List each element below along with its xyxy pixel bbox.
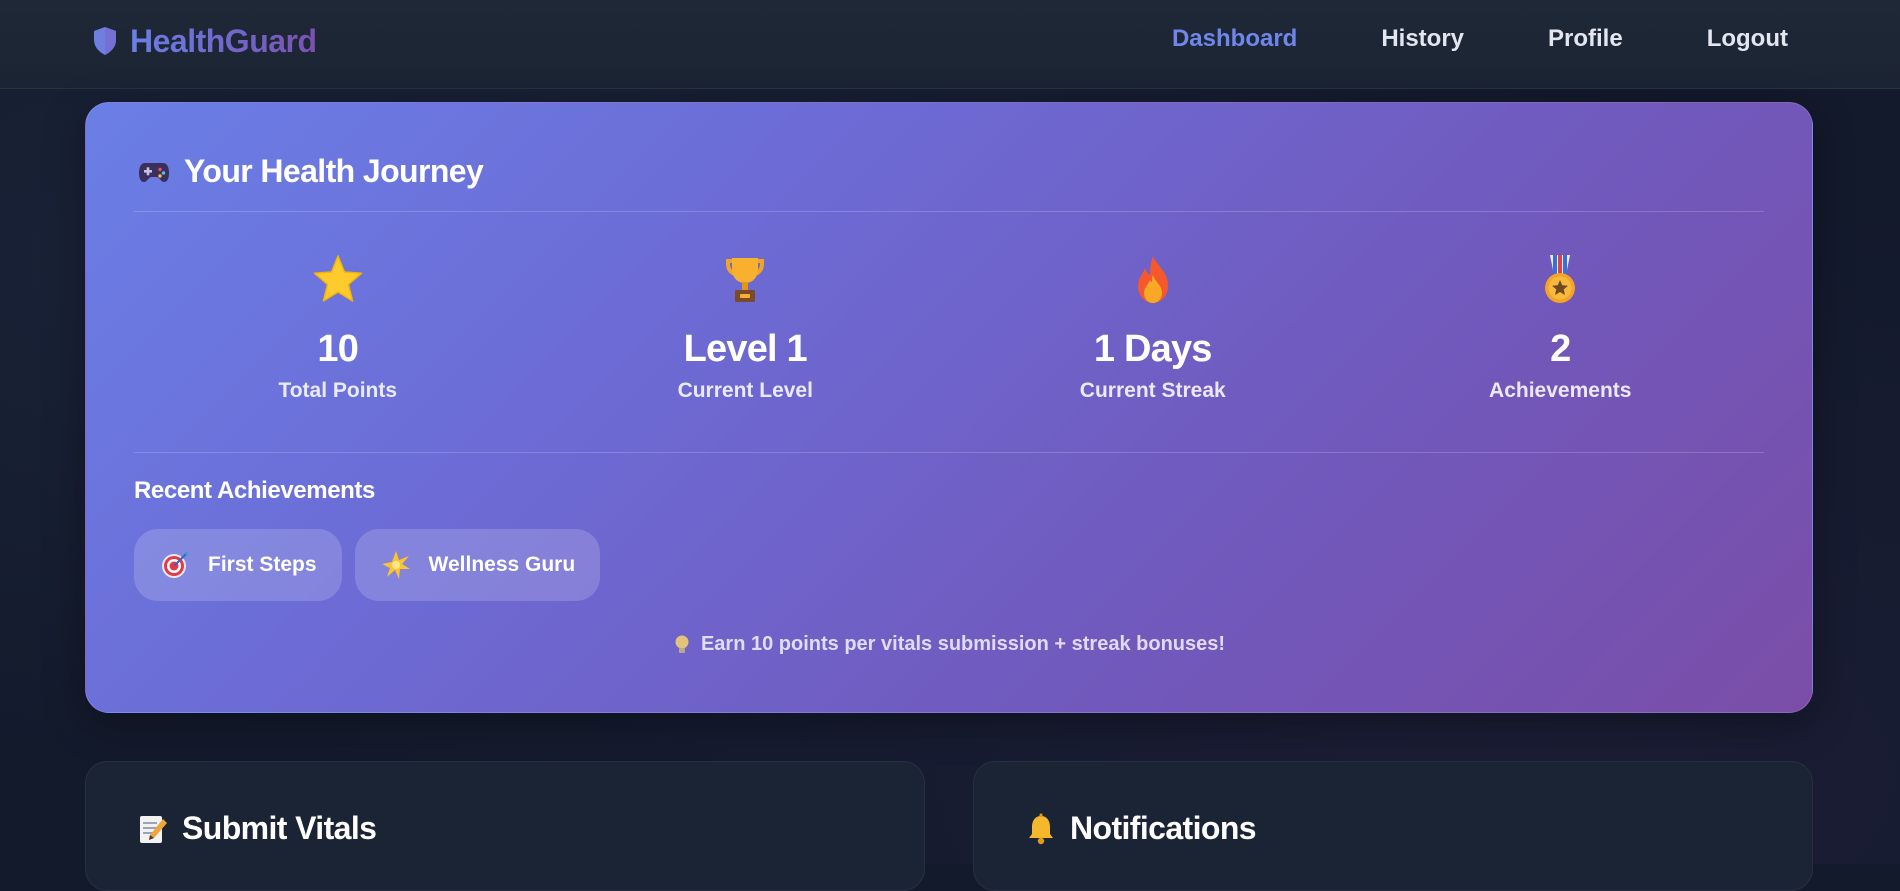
lightbulb-icon [675,635,689,653]
achievement-badge-wellness-guru[interactable]: Wellness Guru [354,529,601,601]
stat-current-level: Level 1 Current Level [542,253,950,423]
submit-vitals-card: Submit Vitals [85,761,925,891]
nav-links: Dashboard History Profile Logout [1172,25,1788,53]
target-icon [162,552,188,578]
nav-profile[interactable]: Profile [1548,25,1623,53]
recent-achievements-title: Recent Achievements [134,477,375,504]
top-navbar: HealthGuard Dashboard History Profile Lo… [0,0,1900,89]
notifications-title: Notifications [1026,810,1257,847]
sparkle-star-icon [381,551,410,579]
notifications-card: Notifications [973,761,1813,891]
achievement-label: First Steps [208,553,317,576]
nav-dashboard[interactable]: Dashboard [1172,25,1297,53]
brand-logo[interactable]: HealthGuard [92,22,317,59]
nav-logout[interactable]: Logout [1707,25,1788,53]
divider [134,211,1764,212]
divider [134,452,1764,453]
stat-value: 10 [317,328,359,370]
star-icon [313,255,362,302]
achievement-label: Wellness Guru [428,553,576,576]
nav-history[interactable]: History [1381,25,1464,53]
stat-value: 2 [1550,328,1571,370]
medal-icon [1545,255,1576,303]
notifications-title-text: Notifications [1070,810,1257,846]
stat-label: Total Points [278,379,398,402]
memo-icon [140,815,167,843]
brand-name: HealthGuard [130,22,317,59]
stat-value: 1 Days [1093,328,1213,370]
game-controller-icon [139,162,169,182]
stats-row: 10 Total Points Level 1 Current Level 1 … [134,253,1764,423]
submit-vitals-title: Submit Vitals [138,810,377,847]
stat-value: Level 1 [683,328,808,370]
journey-title: Your Health Journey [138,153,484,190]
stat-current-streak: 1 Days Current Streak [949,253,1357,423]
stat-total-points: 10 Total Points [134,253,542,423]
achievement-badge-first-steps[interactable]: First Steps [134,529,342,601]
shield-icon [94,27,116,55]
stat-label: Current Level [677,379,813,402]
trophy-icon [726,258,765,302]
stat-label: Achievements [1489,379,1632,402]
journey-title-text: Your Health Journey [184,153,484,189]
points-hint: Earn 10 points per vitals submission + s… [86,633,1812,656]
bell-icon [1029,813,1053,844]
stat-label: Current Streak [1079,379,1226,402]
health-journey-card: Your Health Journey 10 Total Points Leve… [85,102,1813,713]
stat-achievements: 2 Achievements [1357,253,1765,423]
hint-text: Earn 10 points per vitals submission + s… [700,633,1226,655]
submit-vitals-title-text: Submit Vitals [182,810,377,846]
achievement-badges: First Steps Wellness Guru [134,529,601,601]
fire-icon [1137,256,1168,303]
